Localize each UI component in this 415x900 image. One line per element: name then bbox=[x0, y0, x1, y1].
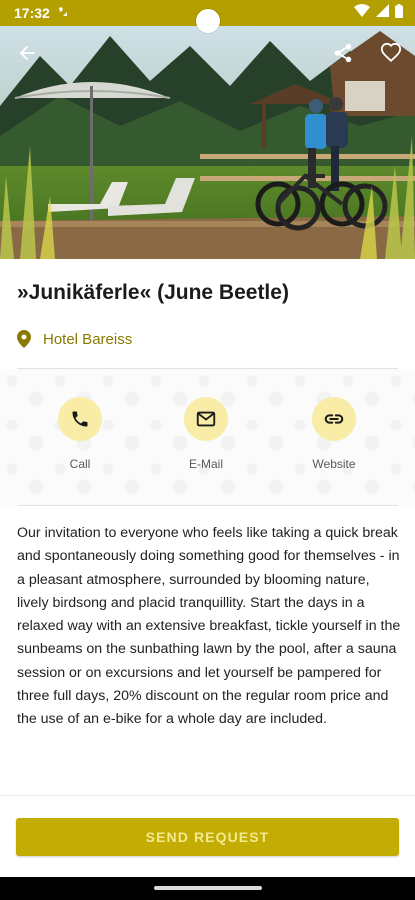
call-label: Call bbox=[69, 457, 91, 471]
email-button[interactable]: E-Mail bbox=[166, 397, 246, 471]
divider bbox=[17, 505, 398, 506]
cellular-signal-icon bbox=[376, 4, 389, 22]
notification-icon bbox=[58, 5, 68, 21]
offer-description: Our invitation to everyone who feels lik… bbox=[17, 525, 401, 728]
hotel-name: Hotel Bareiss bbox=[43, 330, 133, 348]
website-icon-circle bbox=[312, 397, 356, 441]
mail-icon bbox=[196, 411, 216, 427]
contact-actions: Call E-Mail Website bbox=[0, 369, 415, 505]
phone-icon bbox=[72, 411, 88, 427]
camera-cutout bbox=[196, 9, 220, 33]
share-button[interactable] bbox=[326, 36, 360, 70]
wifi-icon bbox=[354, 4, 370, 22]
call-icon-circle bbox=[58, 397, 102, 441]
status-time: 17:32 bbox=[14, 5, 50, 21]
location-pin-icon bbox=[17, 330, 31, 348]
page-title: »Junikäferle« (June Beetle) bbox=[17, 281, 289, 304]
email-label: E-Mail bbox=[188, 457, 223, 471]
send-request-button[interactable]: SEND REQUEST bbox=[16, 818, 399, 856]
link-icon bbox=[324, 414, 344, 424]
favorite-heart-icon bbox=[380, 42, 402, 63]
website-button[interactable]: Website bbox=[294, 397, 374, 471]
share-icon bbox=[334, 43, 352, 63]
website-label: Website bbox=[312, 457, 356, 471]
favorite-button[interactable] bbox=[374, 36, 408, 70]
system-navigation-bar bbox=[0, 877, 415, 900]
bottom-action-bar: SEND REQUEST bbox=[0, 795, 415, 877]
hotel-location-link[interactable]: Hotel Bareiss bbox=[17, 327, 132, 351]
hero-image bbox=[0, 26, 415, 259]
call-button[interactable]: Call bbox=[40, 397, 120, 471]
battery-icon bbox=[395, 3, 403, 23]
email-icon-circle bbox=[184, 397, 228, 441]
home-indicator[interactable] bbox=[154, 886, 262, 890]
back-arrow-icon bbox=[19, 45, 35, 61]
back-button[interactable] bbox=[10, 36, 44, 70]
